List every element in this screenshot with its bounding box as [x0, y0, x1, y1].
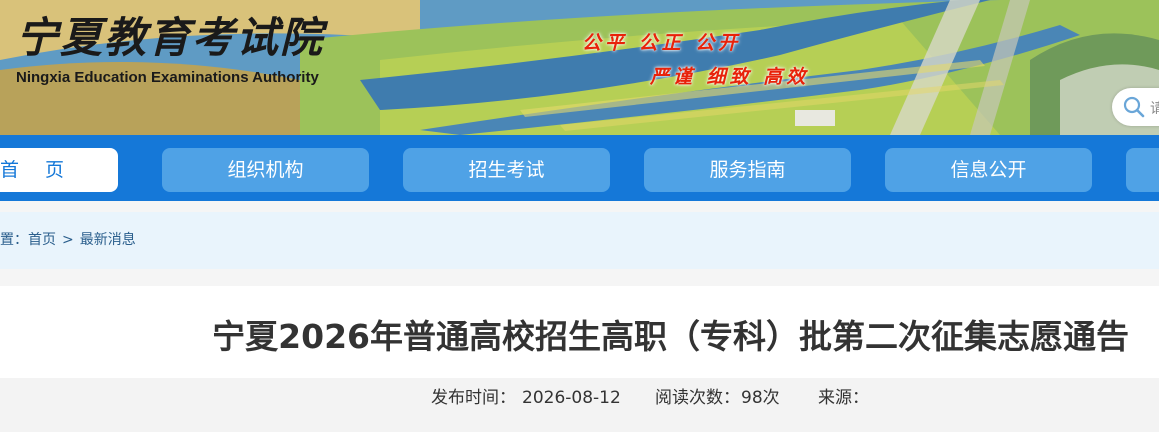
- nav-item-label: 信息公开: [950, 159, 1027, 181]
- view-count-label: 阅读次数：: [655, 388, 740, 408]
- nav-item-service-guide[interactable]: 服务指南: [644, 148, 851, 192]
- source-label: 来源：: [818, 388, 869, 408]
- site-logo-english: Ningxia Education Examinations Authority: [16, 69, 319, 86]
- nav-item-label: 服务指南: [709, 159, 786, 181]
- site-logo-chinese: 宁夏教育考试院: [16, 13, 325, 62]
- main-navigation: 首 页 组织机构 招生考试 服务指南 信息公开: [0, 135, 1159, 201]
- nav-item-admissions[interactable]: 招生考试: [403, 148, 610, 192]
- nav-item-label: 首 页: [0, 159, 75, 181]
- breadcrumb-separator: >: [62, 232, 74, 248]
- article-title: 宁夏2026年普通高校招生高职（专科）批第二次征集志愿通告: [212, 317, 1129, 356]
- slogan-line-2: 严谨 细致 高效: [650, 66, 810, 88]
- nav-item-label: 招生考试: [468, 159, 545, 181]
- slogan-line-1: 公平 公正 公开: [582, 32, 742, 54]
- header-banner: 宁夏教育考试院 Ningxia Education Examinations A…: [0, 0, 1159, 135]
- nav-item-organization[interactable]: 组织机构: [162, 148, 369, 192]
- article-header: 宁夏2026年普通高校招生高职（专科）批第二次征集志愿通告 发布时间： 2026…: [0, 286, 1159, 432]
- nav-item-home[interactable]: 首 页: [0, 148, 118, 192]
- publish-date-value: 2026-08-12: [522, 388, 621, 408]
- breadcrumb-link-latest-news[interactable]: 最新消息: [80, 232, 136, 248]
- breadcrumb-link-home[interactable]: 首页: [28, 232, 56, 248]
- search-icon[interactable]: [1122, 95, 1146, 123]
- article-meta: 发布时间： 2026-08-12 阅读次数： 98次 来源：: [0, 378, 1159, 432]
- publish-date-label: 发布时间：: [431, 388, 516, 408]
- nav-item-info-disclosure[interactable]: 信息公开: [885, 148, 1092, 192]
- search-placeholder: 请: [1150, 101, 1159, 117]
- nav-item-label: 组织机构: [227, 159, 304, 181]
- nav-item-more[interactable]: [1126, 148, 1159, 192]
- view-count-value: 98次: [741, 388, 780, 408]
- breadcrumb: 置：首页 > 最新消息: [0, 212, 1159, 269]
- breadcrumb-prefix: 置：: [0, 232, 28, 248]
- search-box[interactable]: 请: [1112, 88, 1159, 126]
